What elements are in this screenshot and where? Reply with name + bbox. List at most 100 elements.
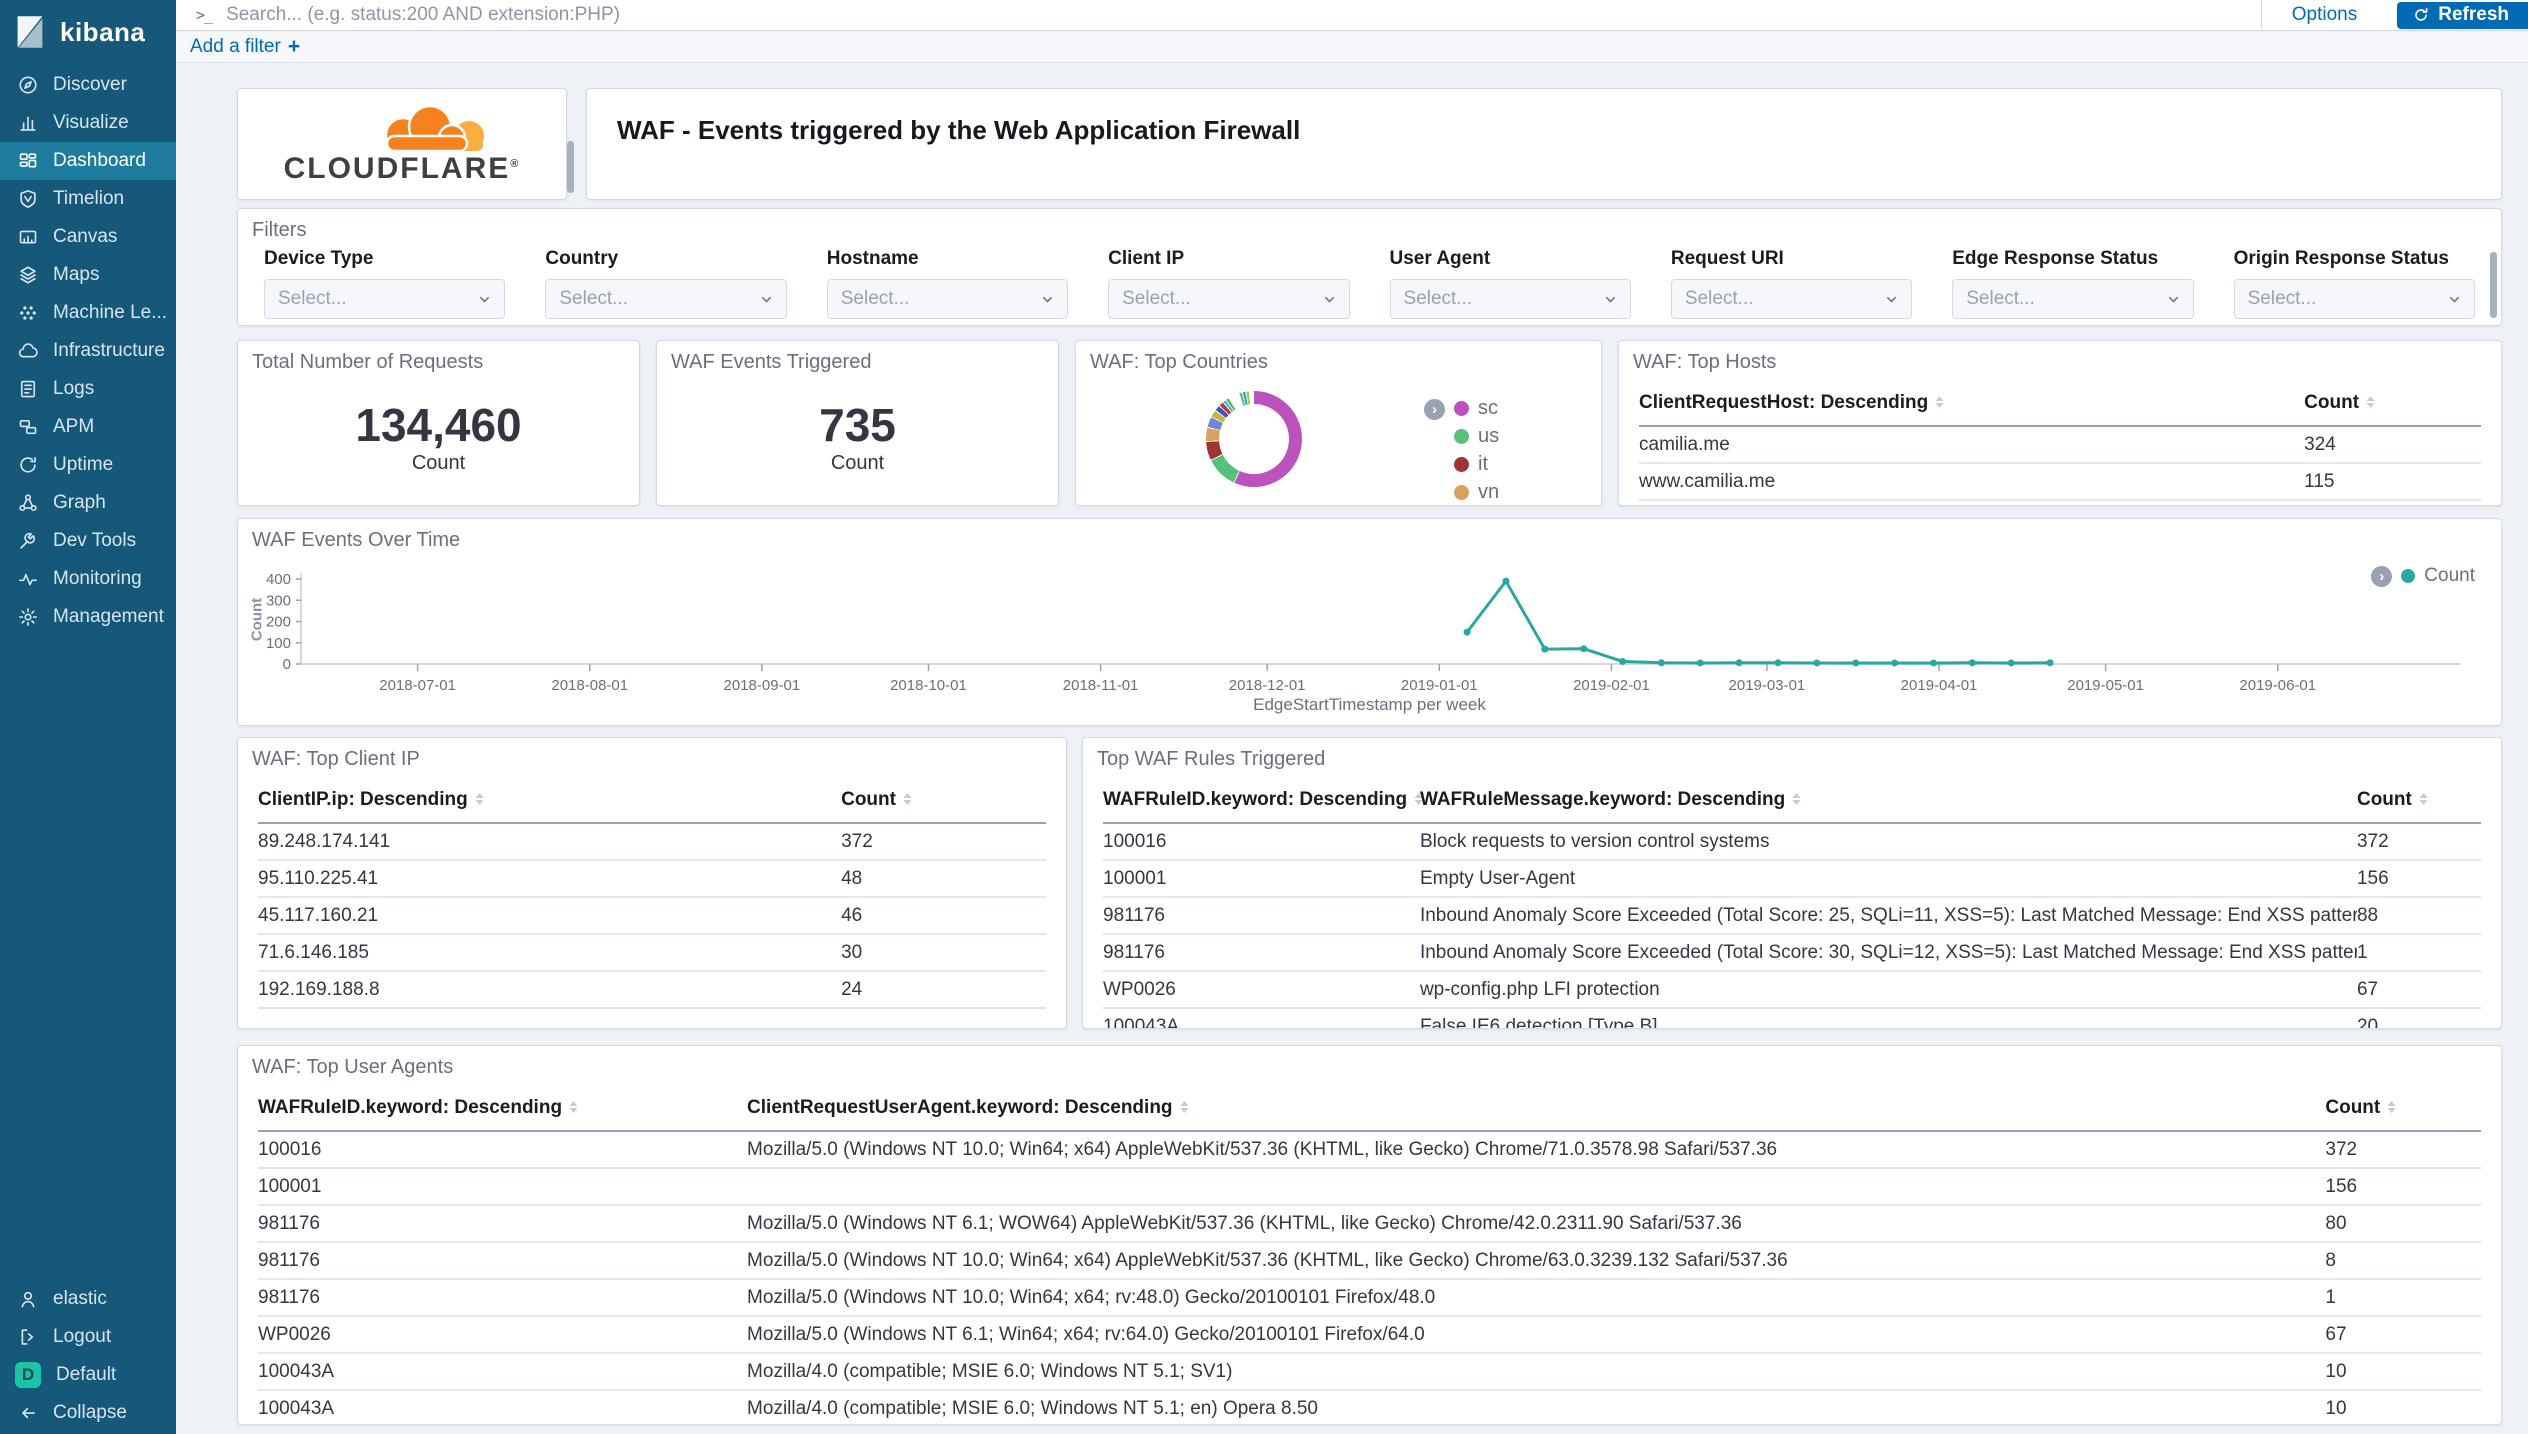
- dev-tools-icon: [18, 531, 38, 551]
- sidebar-item-dashboard[interactable]: Dashboard: [0, 142, 176, 180]
- column-header-clientrequesthost-descending[interactable]: ClientRequestHost: Descending: [1639, 386, 2304, 426]
- scrollbar-thumb[interactable]: [2490, 252, 2497, 318]
- legend-item-us[interactable]: us: [1454, 425, 1499, 448]
- table-cell: Mozilla/5.0 (Windows NT 10.0; Win64; x64…: [747, 1242, 2325, 1279]
- svg-text:100: 100: [266, 635, 291, 652]
- column-header-wafrulemessage-keyword-descending[interactable]: WAFRuleMessage.keyword: Descending: [1420, 783, 2357, 823]
- sort-icon[interactable]: [902, 790, 913, 812]
- sidebar-item-logout[interactable]: Logout: [0, 1318, 176, 1356]
- table-cell: False IE6 detection [Type B]: [1420, 1008, 2357, 1029]
- column-header-count[interactable]: Count: [2325, 1091, 2481, 1131]
- timelion-icon: [18, 189, 38, 209]
- origin-response-status-select[interactable]: Select...: [2234, 279, 2475, 319]
- scrollbar-thumb[interactable]: [567, 141, 574, 193]
- countries-legend: sc us it vn: [1454, 397, 1499, 504]
- sidebar-item-elastic[interactable]: elastic: [0, 1280, 176, 1318]
- table-cell: 20: [2357, 1008, 2481, 1029]
- table-cell: 115: [2304, 463, 2481, 500]
- brand-text: kibana: [60, 17, 145, 48]
- legend-dot: [1454, 401, 1469, 416]
- table-cell: 156: [2357, 860, 2481, 897]
- table-row: 981176Mozilla/5.0 (Windows NT 10.0; Win6…: [258, 1242, 2481, 1279]
- table-cell: 324: [2304, 426, 2481, 463]
- sidebar-item-canvas[interactable]: Canvas: [0, 218, 176, 256]
- sort-icon[interactable]: [1791, 790, 1802, 812]
- sidebar-item-label: Dashboard: [53, 150, 146, 172]
- chevron-down-icon: [1603, 292, 1618, 307]
- legend-toggle-icon[interactable]: ›: [1424, 399, 1445, 420]
- legend-item-vn[interactable]: vn: [1454, 481, 1499, 504]
- sort-icon[interactable]: [2386, 1098, 2397, 1120]
- column-header-wafruleid-keyword-descending[interactable]: WAFRuleID.keyword: Descending: [258, 1091, 747, 1131]
- column-header-count[interactable]: Count: [2304, 386, 2481, 426]
- table-row: WP0026Mozilla/5.0 (Windows NT 6.1; Win64…: [258, 1316, 2481, 1353]
- table-cell: 30: [841, 934, 1046, 971]
- sidebar-item-dev-tools[interactable]: Dev Tools: [0, 522, 176, 560]
- plus-icon[interactable]: +: [288, 35, 300, 59]
- legend-item-sc[interactable]: sc: [1454, 397, 1499, 420]
- filter-request-uri: Request URISelect...: [1671, 248, 1912, 319]
- sidebar-item-visualize[interactable]: Visualize: [0, 104, 176, 142]
- refresh-button[interactable]: Refresh: [2397, 2, 2528, 29]
- sidebar-item-logs[interactable]: Logs: [0, 370, 176, 408]
- hostname-select[interactable]: Select...: [827, 279, 1068, 319]
- sidebar-item-graph[interactable]: Graph: [0, 484, 176, 522]
- sidebar-item-management[interactable]: Management: [0, 598, 176, 636]
- table-cell: Inbound Anomaly Score Exceeded (Total Sc…: [1420, 934, 2357, 971]
- table-row: WP0026wp-config.php LFI protection67: [1103, 971, 2481, 1008]
- kibana-logo[interactable]: kibana: [0, 0, 176, 66]
- sort-icon[interactable]: [2365, 393, 2376, 415]
- column-header-clientrequestuseragent-keyword-descending[interactable]: ClientRequestUserAgent.keyword: Descendi…: [747, 1091, 2325, 1131]
- device-type-select[interactable]: Select...: [264, 279, 505, 319]
- sort-icon[interactable]: [568, 1098, 579, 1120]
- add-filter-link[interactable]: Add a filter: [190, 36, 281, 58]
- sort-icon[interactable]: [2418, 790, 2429, 812]
- column-header-clientip-ip-descending[interactable]: ClientIP.ip: Descending: [258, 783, 841, 823]
- sort-icon[interactable]: [1179, 1098, 1190, 1120]
- table-cell: 10: [2325, 1353, 2481, 1390]
- table-cell: Mozilla/5.0 (Windows NT 10.0; Win64; x64…: [747, 1131, 2325, 1168]
- sidebar-item-monitoring[interactable]: Monitoring: [0, 560, 176, 598]
- panel-title: Total Number of Requests: [238, 341, 639, 378]
- legend-dot: [1454, 457, 1469, 472]
- search-input[interactable]: [224, 3, 2261, 27]
- svg-text:300: 300: [266, 592, 291, 609]
- table-cell: 24: [841, 971, 1046, 1008]
- sidebar-item-timelion[interactable]: Timelion: [0, 180, 176, 218]
- table-cell: 372: [2357, 823, 2481, 860]
- sidebar-item-maps[interactable]: Maps: [0, 256, 176, 294]
- user-agent-select[interactable]: Select...: [1390, 279, 1631, 319]
- legend-item-it[interactable]: it: [1454, 453, 1499, 476]
- client-ip-select[interactable]: Select...: [1108, 279, 1349, 319]
- table-row: 100043AMozilla/4.0 (compatible; MSIE 6.0…: [258, 1353, 2481, 1390]
- table-cell: 100016: [1103, 823, 1420, 860]
- table-cell: Mozilla/5.0 (Windows NT 10.0; Win64; x64…: [747, 1279, 2325, 1316]
- sort-icon[interactable]: [474, 790, 485, 812]
- sidebar-item-uptime[interactable]: Uptime: [0, 446, 176, 484]
- countries-donut-chart[interactable]: [1206, 391, 1302, 487]
- sidebar-item-infrastructure[interactable]: Infrastructure: [0, 332, 176, 370]
- sidebar-item-discover[interactable]: Discover: [0, 66, 176, 104]
- sort-icon[interactable]: [1934, 393, 1945, 415]
- table-row: 100043AFalse IE6 detection [Type B]20: [1103, 1008, 2481, 1029]
- sidebar-item-machine-le[interactable]: Machine Le...: [0, 294, 176, 332]
- svg-text:2018-07-01: 2018-07-01: [379, 677, 456, 694]
- sidebar-item-default[interactable]: DDefault: [0, 1356, 176, 1394]
- panel-title: WAF: Top Client IP: [238, 738, 1066, 775]
- sidebar-item-apm[interactable]: APM: [0, 408, 176, 446]
- sidebar-item-collapse[interactable]: Collapse: [0, 1394, 176, 1432]
- svg-text:200: 200: [266, 614, 291, 631]
- country-select[interactable]: Select...: [545, 279, 786, 319]
- select-placeholder: Select...: [2248, 288, 2317, 310]
- svg-text:2018-10-01: 2018-10-01: [890, 677, 967, 694]
- table-cell: 1: [2357, 934, 2481, 971]
- edge-response-status-select[interactable]: Select...: [1952, 279, 2193, 319]
- column-header-wafruleid-keyword-descending[interactable]: WAFRuleID.keyword: Descending: [1103, 783, 1420, 823]
- column-header-count[interactable]: Count: [841, 783, 1046, 823]
- chevron-down-icon: [477, 292, 492, 307]
- options-button[interactable]: Options: [2261, 0, 2387, 30]
- table-cell: 981176: [1103, 897, 1420, 934]
- request-uri-select[interactable]: Select...: [1671, 279, 1912, 319]
- svg-text:2019-06-01: 2019-06-01: [2239, 677, 2316, 694]
- column-header-count[interactable]: Count: [2357, 783, 2481, 823]
